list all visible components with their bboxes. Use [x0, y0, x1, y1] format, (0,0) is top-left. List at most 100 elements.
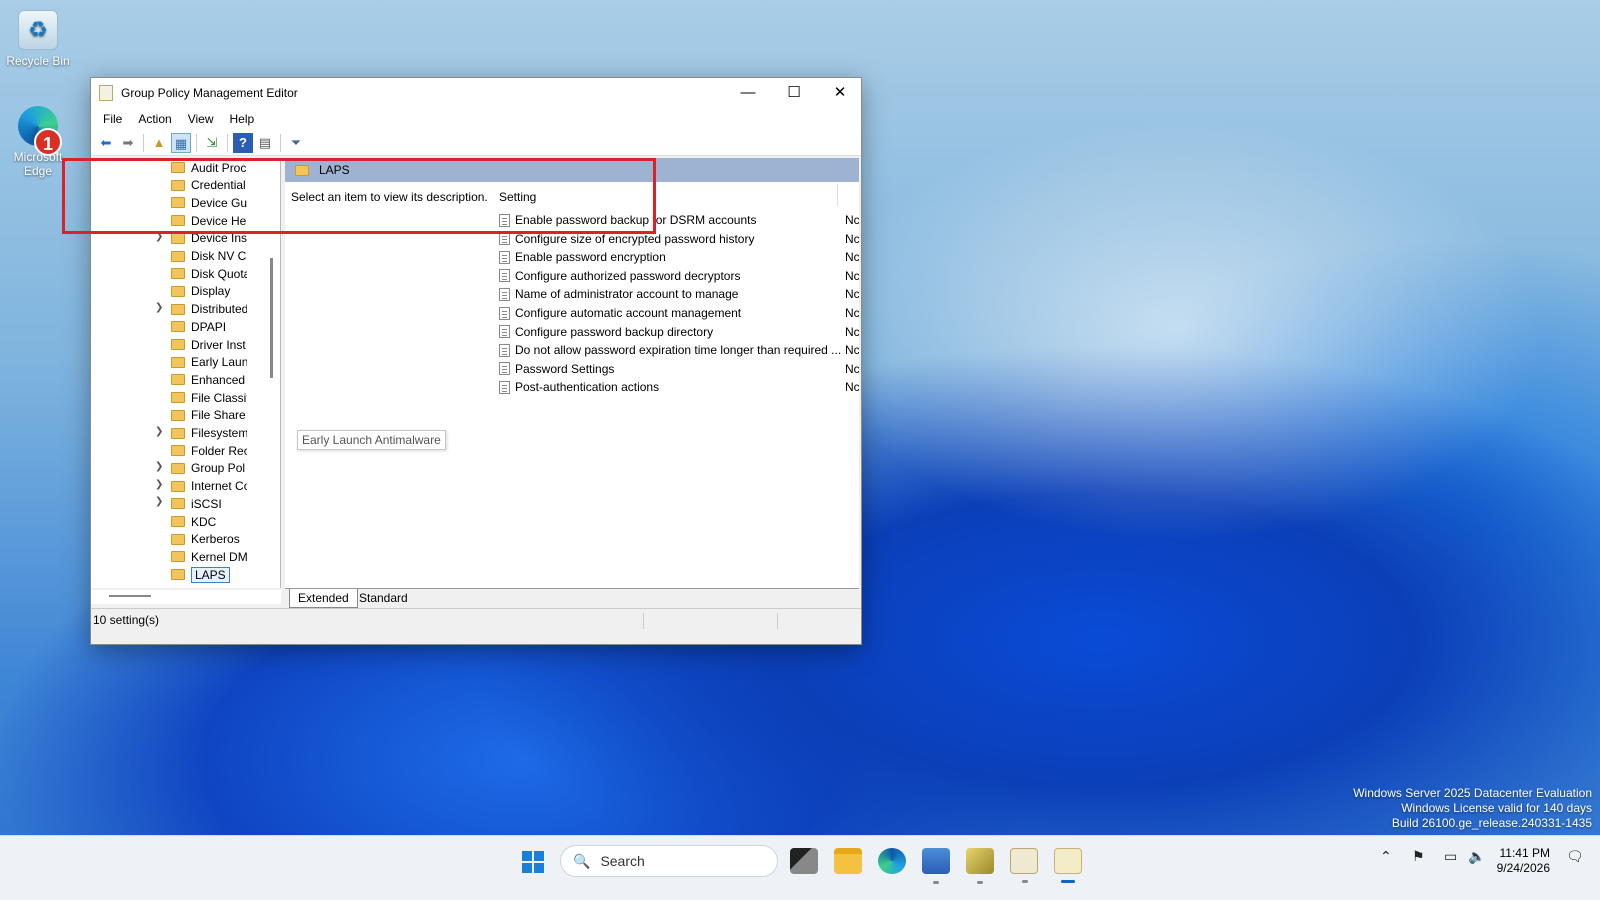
policy-setting-icon	[499, 362, 510, 376]
menu-view[interactable]: View	[180, 112, 222, 126]
recycle-bin-icon[interactable]: Recycle Bin	[0, 10, 76, 68]
tree-item[interactable]: DPAPI	[171, 318, 247, 335]
setting-name: Configure authorized password decryptors	[515, 268, 741, 283]
taskbar-search[interactable]: 🔍 Search	[560, 845, 778, 877]
tree-item[interactable]: Kerberos	[171, 531, 247, 548]
tree-item[interactable]: KDC	[171, 513, 247, 530]
expand-chevron-icon[interactable]: ❯	[155, 302, 163, 313]
properties-icon[interactable]: ▤	[255, 133, 275, 153]
setting-name: Name of administrator account to manage	[515, 287, 739, 302]
setting-row[interactable]: Post-authentication actions	[499, 378, 659, 396]
tree-item[interactable]: Folder Rec	[171, 442, 247, 459]
setting-row[interactable]: Enable password encryption	[499, 248, 666, 266]
tab-extended[interactable]: Extended	[289, 589, 358, 608]
gpme-taskbar-icon[interactable]	[1054, 848, 1082, 883]
server-manager-icon[interactable]	[922, 848, 950, 884]
tree-item-label: KDC	[191, 514, 217, 529]
setting-row[interactable]: Name of administrator account to manage	[499, 285, 738, 303]
show-hidden-icons-chevron-icon[interactable]: ⌃	[1380, 848, 1392, 865]
setting-name: Do not allow password expiration time lo…	[515, 343, 842, 358]
filter-icon[interactable]: ⏷	[286, 133, 306, 153]
tree-item-label: DPAPI	[191, 319, 227, 334]
tree-item[interactable]: ❯ Filesystem	[155, 425, 247, 442]
admin-tools-icon[interactable]	[966, 848, 994, 884]
policy-setting-icon	[499, 287, 510, 301]
tree-item[interactable]: Kernel DM	[171, 548, 247, 565]
start-button[interactable]	[522, 851, 544, 873]
tree-item[interactable]: Disk NV Ca	[171, 248, 247, 265]
tree-item-label: Kerberos	[191, 532, 240, 547]
tab-standard[interactable]: Standard	[351, 589, 416, 608]
tree-item[interactable]: Enhanced	[171, 371, 247, 388]
expand-chevron-icon[interactable]: ❯	[155, 461, 163, 472]
forward-arrow-icon[interactable]: ➡	[118, 133, 138, 153]
edge-label: Microsoft Edge	[13, 150, 63, 178]
column-divider[interactable]	[837, 184, 838, 206]
setting-state: Nc	[845, 287, 859, 302]
volume-icon[interactable]: 🔈	[1468, 848, 1485, 865]
back-arrow-icon[interactable]: ⬅	[96, 133, 116, 153]
setting-row[interactable]: Configure automatic account management	[499, 304, 741, 322]
tree-item[interactable]: LAPS	[171, 566, 230, 583]
policy-setting-icon	[499, 325, 510, 339]
folder-icon	[171, 285, 185, 297]
tree-item[interactable]: ❯ iSCSI	[155, 495, 247, 512]
file-explorer-icon[interactable]	[834, 848, 862, 874]
maximize-button[interactable]: ☐	[771, 78, 817, 108]
folder-icon	[171, 462, 185, 474]
expand-chevron-icon[interactable]: ❯	[155, 426, 163, 437]
folder-icon	[171, 232, 185, 244]
up-folder-icon[interactable]: ▲	[149, 133, 169, 153]
tree-item[interactable]: Disk Quota	[171, 265, 247, 282]
notifications-icon[interactable]: 🗨	[1566, 848, 1584, 865]
gpmc-icon[interactable]	[1010, 848, 1038, 883]
setting-row[interactable]: Do not allow password expiration time lo…	[499, 341, 841, 359]
setting-row[interactable]: Password Settings	[499, 360, 614, 378]
show-hide-tree-icon[interactable]: ▦	[171, 132, 191, 153]
title-bar[interactable]: Group Policy Management Editor — ☐ ✕	[91, 78, 861, 108]
task-view-icon[interactable]	[790, 848, 818, 874]
expand-chevron-icon[interactable]: ❯	[155, 496, 163, 507]
tree-item-label: Enhanced	[191, 372, 246, 387]
minimize-button[interactable]: —	[725, 78, 771, 108]
search-placeholder: Search	[600, 853, 645, 869]
menu-file[interactable]: File	[95, 112, 130, 126]
tree-item[interactable]: Display	[171, 283, 247, 300]
folder-icon	[171, 356, 185, 368]
setting-name: Post-authentication actions	[515, 380, 660, 395]
setting-state: Nc	[845, 213, 859, 227]
setting-state: Nc	[845, 231, 859, 246]
tree-item[interactable]: ❯ Group Pol	[155, 460, 247, 477]
expand-chevron-icon[interactable]: ❯	[155, 479, 163, 490]
tree-item[interactable]: ❯ Distributed	[155, 301, 247, 318]
tree-item-label: Internet Co	[191, 479, 247, 494]
tree-item[interactable]: Driver Inst	[171, 336, 247, 353]
tree-hscroll-thumb[interactable]	[109, 595, 151, 597]
tree-item[interactable]: File Classif	[171, 389, 247, 406]
setting-state: Nc	[845, 324, 859, 339]
edge-taskbar-icon[interactable]	[878, 848, 906, 874]
tree-item[interactable]: ❯ Internet Co	[155, 478, 247, 495]
tree-horizontal-scrollbar[interactable]	[91, 590, 281, 604]
tree-item-label: Disk NV Ca	[191, 249, 247, 263]
watermark-line: Windows License valid for 140 days	[1401, 801, 1592, 815]
export-list-icon[interactable]: ⇲	[202, 133, 222, 153]
folder-icon	[171, 374, 185, 386]
close-button[interactable]: ✕	[817, 78, 863, 108]
menu-action[interactable]: Action	[130, 112, 179, 126]
policy-setting-icon	[499, 306, 510, 320]
tree-scroll-thumb[interactable]	[270, 258, 273, 378]
clock[interactable]: 11:41 PM 9/24/2026	[1490, 846, 1550, 876]
help-icon[interactable]: ?	[233, 132, 253, 153]
setting-row[interactable]: Configure password backup directory	[499, 323, 713, 341]
setting-name: Configure password backup directory	[515, 324, 714, 339]
monitor-icon[interactable]: ▭	[1444, 848, 1457, 865]
menu-help[interactable]: Help	[222, 112, 263, 126]
gpme-app-icon	[99, 85, 113, 101]
tree-item[interactable]: File Share	[171, 407, 247, 424]
network-status-icon[interactable]: ⚑	[1412, 848, 1425, 865]
tree-item[interactable]: Early Laun	[171, 354, 247, 371]
tree-item-label: File Classif	[191, 390, 247, 405]
setting-state: Nc	[845, 343, 859, 358]
setting-row[interactable]: Configure authorized password decryptors	[499, 267, 740, 285]
